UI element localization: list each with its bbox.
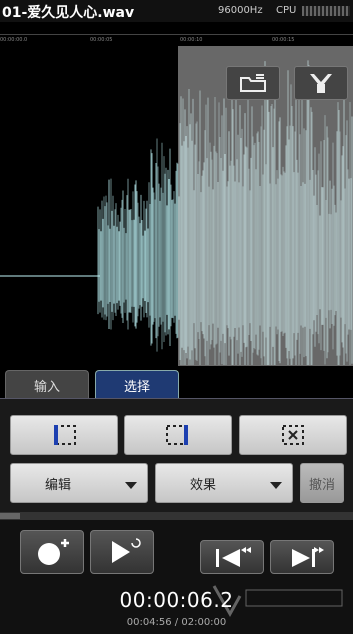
edit-dropdown[interactable]: 编辑 <box>10 463 148 503</box>
timeline-tick: 00:00:10 <box>180 37 203 43</box>
effects-dropdown[interactable]: 效果 <box>155 463 293 503</box>
play-loop-icon <box>112 538 141 563</box>
waveform-view[interactable] <box>0 46 353 366</box>
open-file-button[interactable] <box>226 66 280 100</box>
dropdown-arrow-icon <box>270 482 282 489</box>
dropdown-arrow-icon <box>125 482 137 489</box>
select-panel: 编辑 效果 撤消 <box>0 398 353 513</box>
folder-icon <box>240 74 266 92</box>
file-name: 01-爱久见人心.wav <box>2 5 135 21</box>
select-right-button[interactable] <box>124 415 232 455</box>
tab-select[interactable]: 选择 <box>95 370 179 399</box>
watermark-logo <box>212 585 343 618</box>
cpu-meter <box>302 6 350 16</box>
scrollbar-thumb[interactable] <box>0 513 20 519</box>
record-plus-icon <box>38 539 69 565</box>
skip-start-icon <box>216 547 251 567</box>
tab-input[interactable]: 输入 <box>5 370 89 399</box>
effects-dropdown-label: 效果 <box>190 477 217 493</box>
timeline-tick: 00:00:00.0 <box>0 37 28 43</box>
select-right-icon <box>166 425 188 445</box>
select-left-icon <box>54 425 76 445</box>
trim-icon <box>310 74 332 93</box>
play-button[interactable] <box>90 530 154 574</box>
trim-button[interactable] <box>294 66 348 100</box>
skip-start-button[interactable] <box>200 540 264 574</box>
select-clear-icon <box>282 425 304 445</box>
sample-rate: 96000Hz <box>218 5 263 16</box>
select-left-button[interactable] <box>10 415 118 455</box>
timeline-tick: 00:00:05 <box>90 37 113 43</box>
skip-end-icon <box>292 547 324 567</box>
record-button[interactable] <box>20 530 84 574</box>
select-clear-button[interactable] <box>239 415 347 455</box>
skip-end-button[interactable] <box>270 540 334 574</box>
timeline-tick: 00:00:15 <box>272 37 295 43</box>
cpu-label: CPU <box>276 5 297 16</box>
edit-dropdown-label: 编辑 <box>45 477 72 493</box>
horizontal-scrollbar[interactable] <box>0 512 353 520</box>
undo-button[interactable]: 撤消 <box>300 463 344 503</box>
tab-bar: 输入 选择 <box>0 366 353 399</box>
